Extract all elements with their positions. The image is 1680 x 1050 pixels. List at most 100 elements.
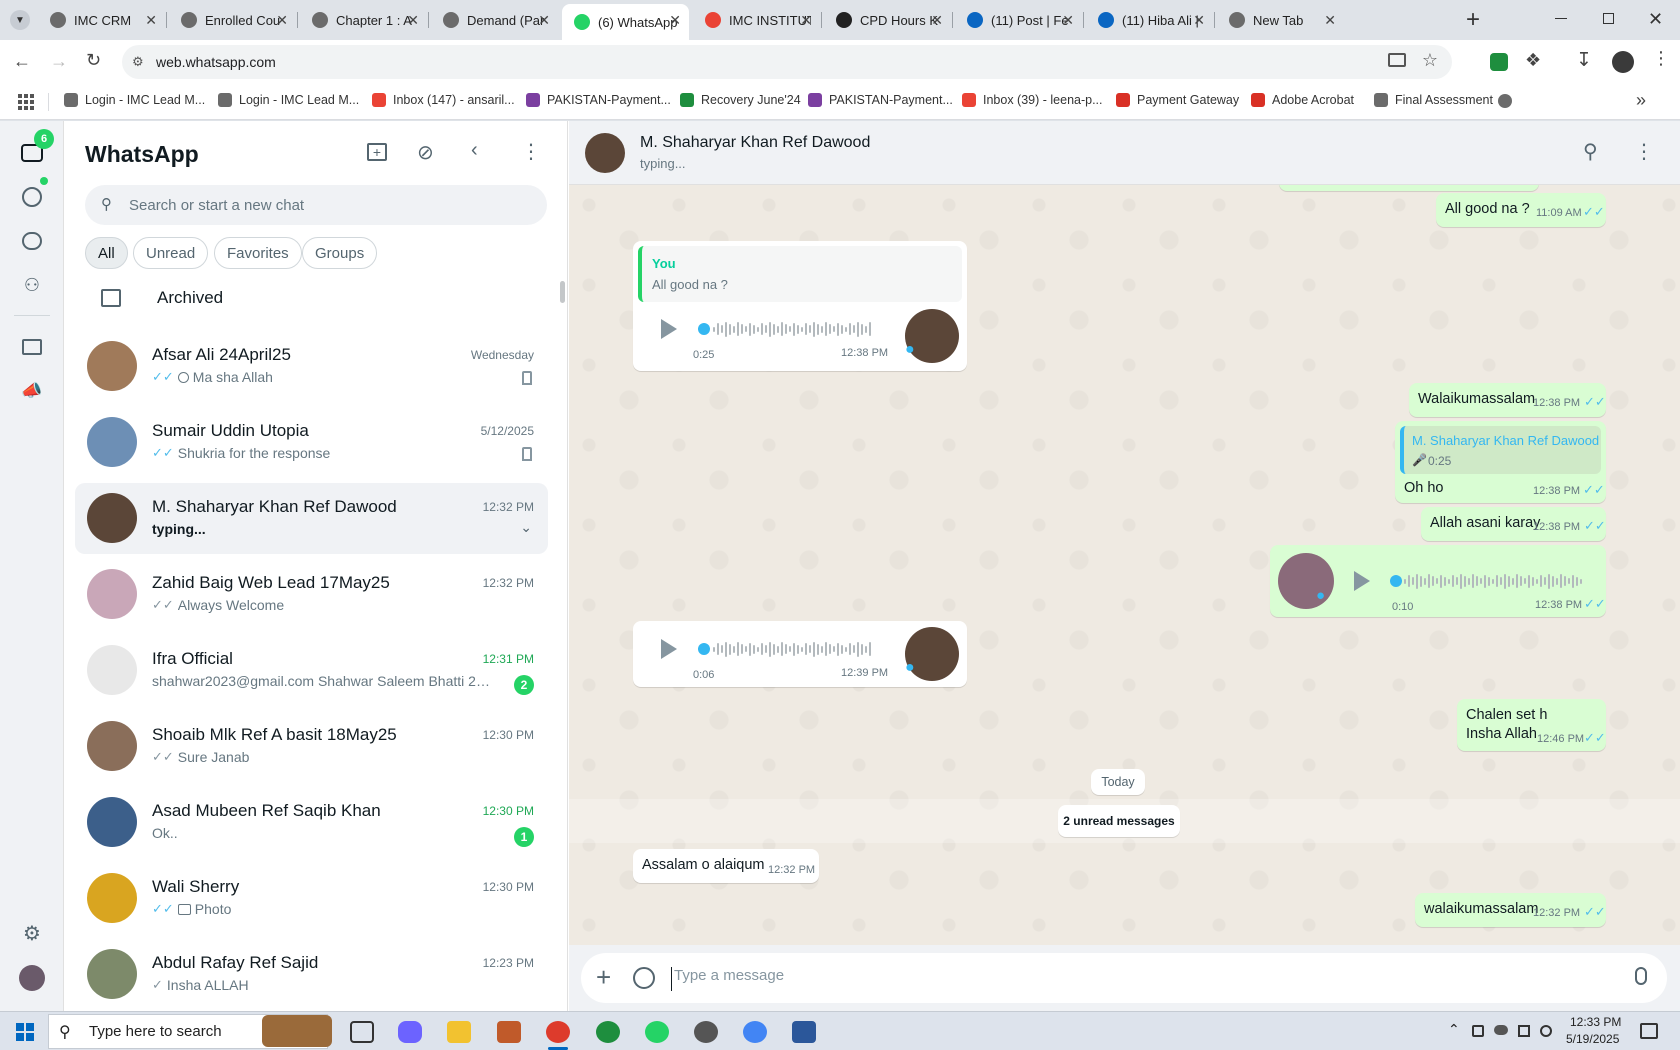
voice-record-icon[interactable] <box>1635 967 1647 985</box>
whatsapp-taskbar-icon[interactable] <box>645 1021 669 1043</box>
message-list[interactable]: All good na ? 11:09 AM ✓✓ You All good n… <box>569 185 1680 945</box>
tab-close-icon[interactable]: ✕ <box>276 12 288 29</box>
bookmark-extra-icon[interactable] <box>1498 94 1512 108</box>
minimize-icon[interactable] <box>1555 18 1567 19</box>
tab-close-icon[interactable]: ✕ <box>931 12 943 29</box>
app-icon[interactable] <box>497 1021 521 1043</box>
browser-tab[interactable]: (11) Hiba Ali | ✕ <box>1086 4 1213 36</box>
chat-avatar[interactable] <box>87 417 137 467</box>
apps-grid-icon[interactable] <box>18 94 34 110</box>
chat-avatar[interactable] <box>87 493 137 543</box>
chat-list-item[interactable]: Afsar Ali 24April25 ✓✓ Ma sha Allah Wednesd… <box>75 331 548 402</box>
tab-close-icon[interactable]: ✕ <box>669 12 681 29</box>
channels-icon[interactable] <box>20 229 44 253</box>
conversation-menu-icon[interactable]: ⋮ <box>1634 139 1654 164</box>
extensions-icon[interactable]: ❖ <box>1525 50 1541 71</box>
conversation-search-icon[interactable]: ⚲ <box>1583 139 1598 164</box>
new-chat-icon[interactable]: + <box>367 143 387 161</box>
browser-tab[interactable]: IMC CRM ✕ <box>38 4 165 36</box>
bookmark-item[interactable]: Adobe Acrobat <box>1251 93 1354 107</box>
chat-list-item[interactable]: Wali Sherry ✓✓ Photo 12:30 PM <box>75 863 548 934</box>
voice-waveform[interactable] <box>713 320 873 338</box>
message-bubble[interactable]: Allah asani karay 12:38 PM ✓✓ <box>1421 507 1606 541</box>
browser-tab[interactable]: New Tab ✕ <box>1217 4 1344 36</box>
chrome-alt-icon[interactable] <box>743 1021 767 1043</box>
tab-close-icon[interactable]: ✕ <box>800 12 812 29</box>
lock-chat-icon[interactable]: ⊘ <box>417 140 434 165</box>
restore-icon[interactable] <box>1603 13 1614 24</box>
chat-avatar[interactable] <box>87 797 137 847</box>
status-icon[interactable] <box>20 185 44 209</box>
tray-chevron-icon[interactable]: ⌃ <box>1448 1021 1460 1038</box>
browser-tab[interactable]: Enrolled Cou ✕ <box>169 4 296 36</box>
copilot-icon[interactable] <box>398 1021 422 1043</box>
bookmark-star-icon[interactable]: ☆ <box>1422 50 1438 71</box>
downloads-icon[interactable]: ↧ <box>1576 49 1592 72</box>
chat-list-item[interactable]: Asad Mubeen Ref Saqib Khan Ok.. 12:30 PM 1 <box>75 787 548 858</box>
bookmark-item[interactable]: Payment Gateway <box>1116 93 1239 107</box>
voice-waveform[interactable] <box>713 640 873 658</box>
bookmark-item[interactable]: PAKISTAN-Payment... <box>808 93 953 107</box>
browser-menu-icon[interactable]: ⋮ <box>1652 48 1670 69</box>
install-app-icon[interactable] <box>1388 53 1406 67</box>
filter-chip-all[interactable]: All <box>85 237 128 269</box>
tray-icons[interactable] <box>1472 1025 1562 1039</box>
chat-avatar[interactable] <box>87 721 137 771</box>
profile-avatar[interactable] <box>1612 51 1634 73</box>
chat-list-item[interactable]: M. Shaharyar Khan Ref Dawood typing... 12:… <box>75 483 548 554</box>
chrome-icon[interactable] <box>546 1021 570 1043</box>
filter-chip-groups[interactable]: Groups <box>302 237 378 269</box>
advertise-icon[interactable]: 📣 <box>20 379 44 403</box>
tab-close-icon[interactable]: ✕ <box>1193 12 1205 29</box>
quoted-message[interactable]: M. Shaharyar Khan Ref Dawood 🎤 0:25 <box>1400 426 1601 474</box>
attach-icon[interactable]: + <box>596 962 611 993</box>
play-icon[interactable] <box>661 639 677 659</box>
chrome-profile-icon[interactable] <box>596 1021 620 1043</box>
emoji-icon[interactable] <box>633 967 655 989</box>
business-tools-icon[interactable] <box>20 335 44 359</box>
chat-avatar[interactable] <box>87 341 137 391</box>
bookmark-item[interactable]: Recovery June'24 <box>680 93 801 107</box>
bookmark-item[interactable]: Inbox (147) - ansaril... <box>372 93 515 107</box>
chat-avatar[interactable] <box>87 873 137 923</box>
voice-progress-dot[interactable] <box>1390 575 1402 587</box>
message-bubble[interactable]: Chalen set h Insha Allah 12:46 PM ✓✓ <box>1457 699 1606 751</box>
chat-search-input[interactable]: ⚲ Search or start a new chat <box>85 185 547 225</box>
tab-close-icon[interactable]: ✕ <box>145 12 157 29</box>
more-bookmarks-icon[interactable]: » <box>1636 90 1646 111</box>
conversation-header[interactable]: M. Shaharyar Khan Ref Dawood typing... ⚲… <box>569 121 1680 185</box>
browser-tab[interactable]: (6) WhatsApp ✕ <box>562 4 689 40</box>
chat-list-item[interactable]: Ifra Official shahwar2023@gmail.com Shahw… <box>75 635 548 706</box>
message-bubble[interactable]: M. Shaharyar Khan Ref Dawood 🎤 0:25 Oh h… <box>1395 421 1606 503</box>
chat-list-scrollbar[interactable] <box>560 281 565 303</box>
tab-close-icon[interactable]: ✕ <box>538 12 550 29</box>
play-icon[interactable] <box>661 319 677 339</box>
tab-search-icon[interactable]: ▼ <box>10 10 30 30</box>
play-icon[interactable] <box>1354 571 1370 591</box>
browser-tab[interactable]: CPD Hours K ✕ <box>824 4 951 36</box>
chat-avatar[interactable] <box>87 645 137 695</box>
task-view-icon[interactable] <box>350 1021 374 1043</box>
word-icon[interactable] <box>792 1021 816 1043</box>
bookmark-item[interactable]: Login - IMC Lead M... <box>218 93 359 107</box>
quoted-message[interactable]: You All good na ? <box>638 246 962 302</box>
tab-close-icon[interactable]: ✕ <box>1324 12 1336 29</box>
new-tab-icon[interactable]: + <box>1466 6 1480 34</box>
contact-avatar[interactable] <box>585 133 625 173</box>
voice-message-bubble[interactable]: 0:06 12:39 PM ● <box>633 621 967 687</box>
tab-close-icon[interactable]: ✕ <box>1062 12 1074 29</box>
chat-list-item[interactable]: Abdul Rafay Ref Sajid ✓ Insha ALLAH 12:23 P… <box>75 939 548 1010</box>
bookmark-item[interactable]: PAKISTAN-Payment... <box>526 93 671 107</box>
message-bubble[interactable]: Assalam o alaiqum 12:32 PM <box>633 849 819 883</box>
browser-tab[interactable]: Chapter 1 : A ✕ <box>300 4 427 36</box>
browser-tab[interactable]: (11) Post | Fe ✕ <box>955 4 1082 36</box>
clock-app-icon[interactable] <box>694 1021 718 1043</box>
voice-message-bubble[interactable]: ● 0:10 12:38 PM ✓✓ <box>1270 545 1606 617</box>
address-bar[interactable]: ⚙ web.whatsapp.com ☆ <box>122 45 1452 79</box>
site-info-icon[interactable]: ⚙ <box>132 54 144 70</box>
filter-chip-unread[interactable]: Unread <box>133 237 209 269</box>
voice-progress-dot[interactable] <box>698 643 710 655</box>
menu-icon[interactable]: ⋮ <box>521 139 541 164</box>
back-icon[interactable]: ← <box>13 51 31 72</box>
tab-close-icon[interactable]: ✕ <box>407 12 419 29</box>
